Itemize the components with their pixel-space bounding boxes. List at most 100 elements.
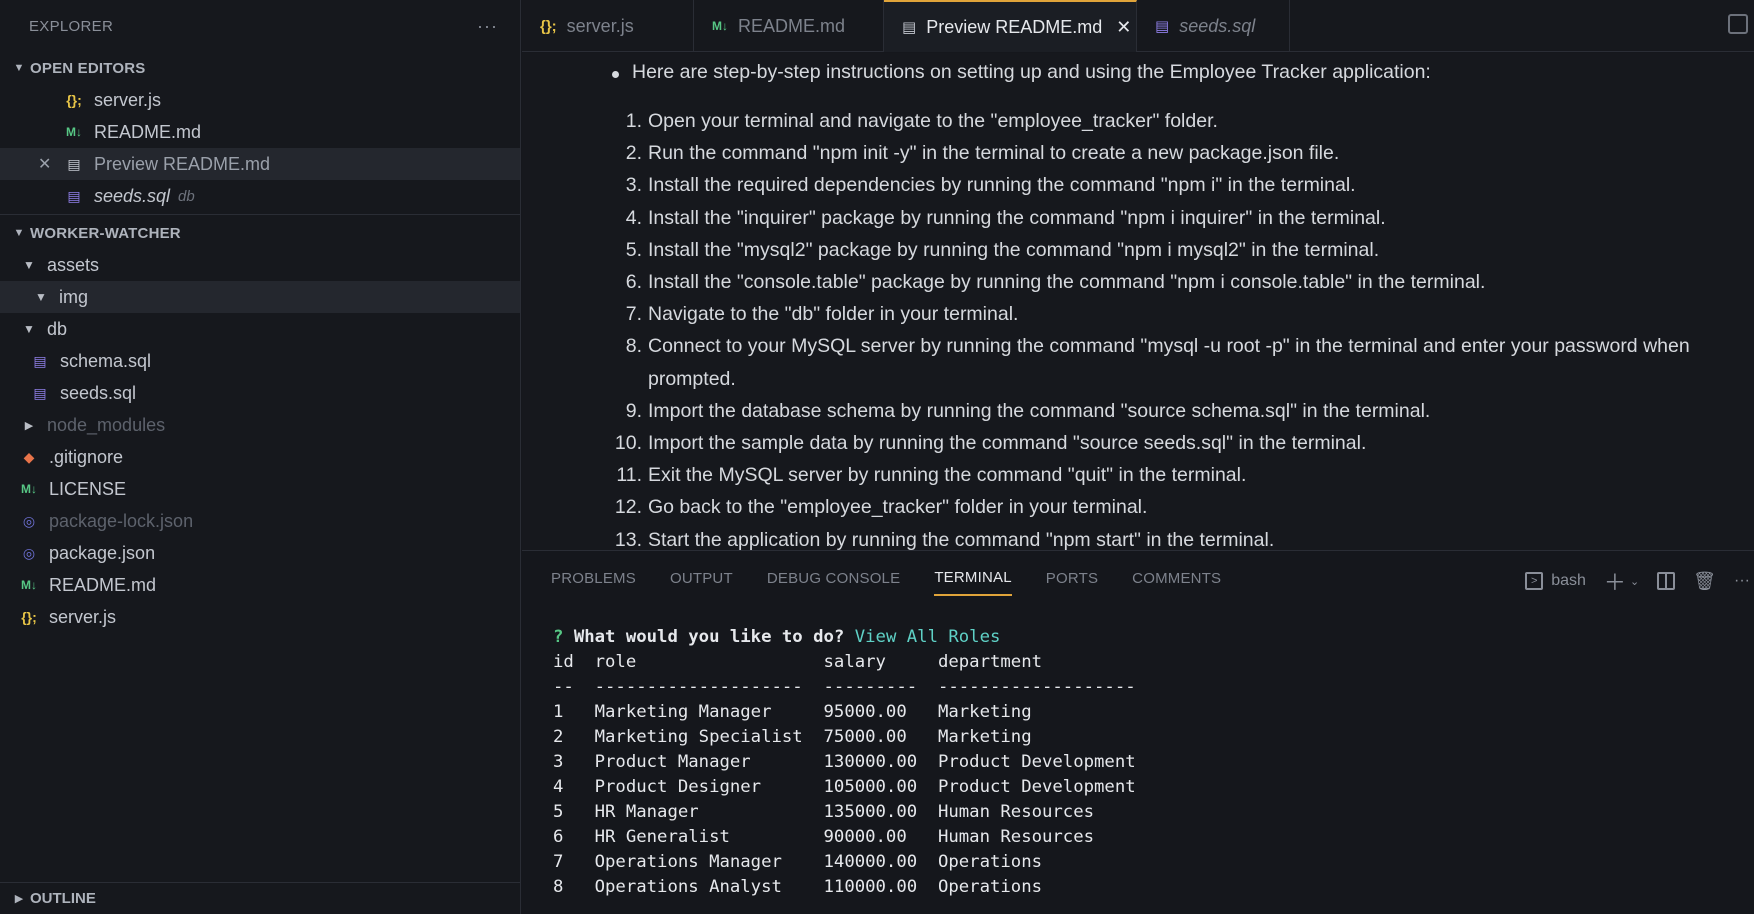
file-label: schema.sql: [60, 350, 152, 371]
kill-terminal-button[interactable]: 🗑: [1693, 571, 1716, 592]
tab-problems[interactable]: PROBLEMS: [551, 562, 636, 596]
table-row: 1 Marketing Manager 95000.00 Marketing: [553, 702, 1032, 722]
chevron-down-icon: ⌄: [1629, 575, 1640, 588]
tab-output[interactable]: OUTPUT: [670, 562, 733, 596]
split-terminal-button[interactable]: [1657, 572, 1676, 590]
table-divider: -- -------------------- --------- ------…: [553, 677, 1136, 697]
tab-label: server.js: [566, 15, 634, 36]
tab-label: Preview README.md: [926, 16, 1103, 37]
database-icon: ▤: [33, 384, 47, 401]
database-icon: ▤: [67, 187, 81, 204]
open-editors-section[interactable]: ▼ OPEN EDITORS: [0, 52, 520, 84]
table-row: 8 Operations Analyst 110000.00 Operation…: [553, 877, 1042, 897]
list-item: 1. Open your terminal and navigate to the…: [625, 110, 1218, 132]
list-item: 8. Connect to your MySQL server by runnin…: [625, 335, 1690, 390]
open-editor-folder: db: [178, 187, 195, 205]
json-icon: ◎: [22, 544, 36, 561]
file-package-json[interactable]: ◎ package.json: [0, 537, 520, 569]
table-row: 2 Marketing Specialist 75000.00 Marketin…: [553, 727, 1032, 747]
file-gitignore[interactable]: ◆ .gitignore: [0, 441, 520, 473]
file-label: README.md: [49, 574, 157, 595]
prompt-question: What would you like to do?: [573, 627, 845, 647]
file-server-js[interactable]: {}; server.js: [0, 601, 520, 633]
list-item: 3. Install the required dependencies by r…: [625, 174, 1356, 197]
file-label: package.json: [49, 542, 156, 563]
markdown-icon: M↓: [21, 482, 37, 496]
shell-selector[interactable]: > bash: [1525, 572, 1586, 590]
tab-seeds-sql[interactable]: ▤ seeds.sql: [1137, 0, 1290, 52]
open-editor-label: README.md: [94, 121, 202, 142]
prompt-mark: ?: [553, 627, 564, 647]
open-editor-server-js[interactable]: {}; server.js: [0, 84, 520, 116]
list-item: 4. Install the "inquirer" package by runn…: [625, 206, 1386, 229]
markdown-icon: M↓: [21, 578, 37, 592]
split-icon: [1657, 572, 1676, 590]
explorer-sidebar: EXPLORER ··· ▼ OPEN EDITORS {}; server.j…: [0, 0, 521, 914]
folder-node-modules[interactable]: ▶ node_modules: [0, 409, 520, 441]
open-changes-icon[interactable]: [1728, 14, 1748, 34]
tab-terminal[interactable]: TERMINAL: [934, 562, 1012, 596]
list-item: 13. Start the application by running the …: [614, 528, 1275, 550]
js-icon: {};: [540, 17, 557, 35]
tab-comments[interactable]: COMMENTS: [1132, 562, 1221, 596]
folder-db[interactable]: ▼ db: [0, 313, 520, 345]
markdown-icon: M↓: [712, 19, 728, 33]
list-item: 11. Exit the MySQL server by running the …: [616, 464, 1247, 487]
file-license[interactable]: M↓ LICENSE: [0, 473, 520, 505]
divider: [0, 214, 520, 215]
more-actions-icon[interactable]: ···: [1734, 572, 1750, 590]
js-icon: {};: [66, 92, 82, 108]
markdown-preview: Here are step-by-step instructions on se…: [522, 53, 1754, 550]
chevron-down-icon: ▼: [23, 322, 35, 336]
table-row: 5 HR Manager 135000.00 Human Resources: [553, 802, 1095, 822]
shell-label: bash: [1551, 572, 1586, 589]
tab-ports[interactable]: PORTS: [1046, 562, 1098, 596]
chevron-down-icon: ▼: [13, 62, 25, 74]
tab-readme[interactable]: M↓ README.md: [694, 0, 884, 52]
open-editor-readme[interactable]: M↓ README.md: [0, 116, 520, 148]
folder-assets[interactable]: ▼ assets: [0, 249, 520, 281]
table-row: 6 HR Generalist 90000.00 Human Resources: [553, 827, 1095, 847]
file-label: LICENSE: [49, 478, 127, 499]
chevron-right-icon: ▶: [24, 419, 34, 432]
chevron-down-icon: ▼: [13, 227, 25, 239]
list-item: 6. Install the "console.table" package by…: [625, 271, 1486, 294]
open-editor-label: seeds.sql: [94, 185, 171, 206]
folder-img[interactable]: ▼ img: [0, 281, 520, 313]
tab-server-js[interactable]: {}; server.js: [522, 0, 694, 52]
terminal-output[interactable]: ? What would you like to do? View All Ro…: [553, 625, 1136, 900]
file-readme[interactable]: M↓ README.md: [0, 569, 520, 601]
tab-label: README.md: [738, 15, 846, 36]
open-editor-preview-readme[interactable]: ✕ ▤ Preview README.md: [0, 148, 520, 180]
file-schema-sql[interactable]: ▤ schema.sql: [0, 345, 520, 377]
open-editor-label: server.js: [94, 89, 162, 110]
new-terminal-button[interactable]: ＋ ⌄: [1604, 565, 1639, 597]
chevron-down-icon: ▼: [35, 290, 47, 304]
list-item: 9. Import the database schema by running …: [625, 399, 1431, 422]
table-row: 3 Product Manager 130000.00 Product Deve…: [553, 752, 1136, 772]
tab-debug-console[interactable]: DEBUG CONSOLE: [767, 562, 900, 596]
folder-label: node_modules: [47, 414, 166, 435]
markdown-icon: M↓: [66, 125, 82, 139]
close-icon[interactable]: ✕: [38, 154, 51, 174]
outline-section[interactable]: ▶ OUTLINE: [0, 882, 520, 914]
chevron-right-icon: ▶: [14, 893, 24, 905]
file-label: .gitignore: [49, 446, 124, 467]
file-seeds-sql[interactable]: ▤ seeds.sql: [0, 377, 520, 409]
more-actions-icon[interactable]: ···: [477, 16, 498, 37]
steps-list: 1. Open your terminal and navigate to the…: [522, 105, 1754, 550]
project-section[interactable]: ▼ WORKER-WATCHER: [0, 217, 520, 249]
close-icon[interactable]: ✕: [1116, 17, 1131, 38]
list-item: 2. Run the command "npm init -y" in the t…: [625, 142, 1340, 165]
open-editors-label: OPEN EDITORS: [30, 59, 146, 77]
file-package-lock-json[interactable]: ◎ package-lock.json: [0, 505, 520, 537]
preview-icon: ▤: [902, 19, 917, 36]
panel-actions: > bash ＋ ⌄ 🗑 ···: [1525, 565, 1754, 597]
open-editor-seeds-sql[interactable]: ▤ seeds.sql db: [0, 180, 520, 212]
trash-icon: 🗑: [1693, 570, 1717, 591]
tab-preview-readme[interactable]: ▤ Preview README.md ✕: [884, 0, 1137, 52]
outline-label: OUTLINE: [30, 890, 96, 907]
file-label: server.js: [49, 606, 117, 627]
editor-tabs: {}; server.js M↓ README.md ▤ Preview REA…: [522, 0, 1754, 52]
intro-bullet: Here are step-by-step instructions on se…: [612, 61, 1431, 83]
